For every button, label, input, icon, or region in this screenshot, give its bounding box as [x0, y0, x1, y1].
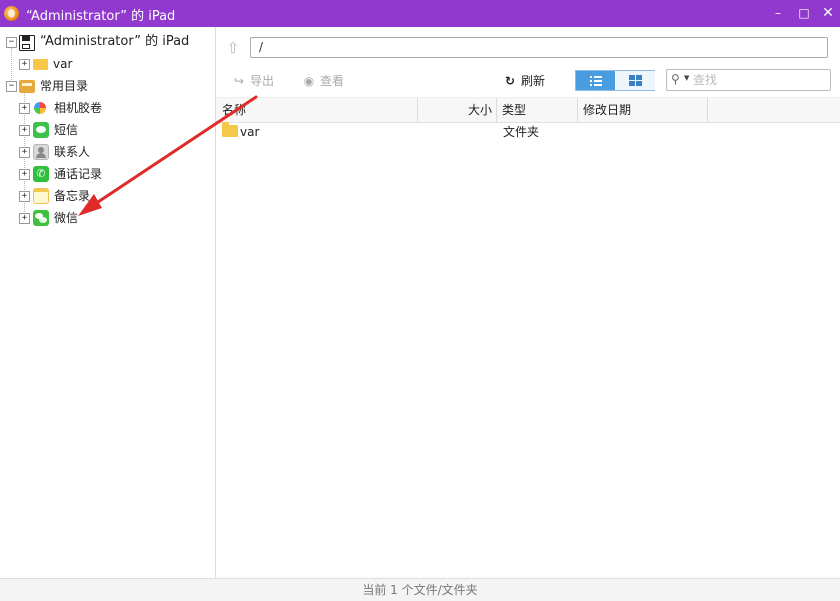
tree-item-label: var	[53, 57, 73, 71]
expand-toggle[interactable]: +	[19, 213, 30, 224]
expand-toggle[interactable]: +	[19, 103, 30, 114]
status-text: 当前 1 个文件/文件夹	[362, 583, 478, 597]
view-button[interactable]: ◉ 查看	[302, 72, 344, 90]
collapse-toggle[interactable]: −	[6, 37, 17, 48]
tree-item-messages[interactable]: + 短信	[0, 120, 215, 140]
table-row[interactable]: var 文件夹	[216, 122, 840, 142]
refresh-label: 刷新	[521, 74, 546, 88]
maximize-button[interactable]: □	[794, 4, 814, 22]
tree-item-label: 联系人	[54, 145, 91, 159]
tree-item-favorites[interactable]: − 常用目录	[0, 76, 215, 96]
title-bar: “Administrator” 的 iPad – □ ✕	[0, 0, 840, 27]
folder-tree-pane: − “Administrator” 的 iPad + var − 常用目录 + …	[0, 27, 216, 578]
export-icon: ↪	[233, 74, 245, 88]
tree-item-notes[interactable]: + 备忘录	[0, 186, 215, 206]
tree-item-device[interactable]: − “Administrator” 的 iPad	[0, 32, 215, 52]
column-header-name[interactable]: 名称	[222, 98, 246, 122]
column-divider[interactable]	[496, 98, 497, 122]
window-title: “Administrator” 的 iPad	[26, 9, 176, 24]
column-header-type[interactable]: 类型	[502, 98, 526, 122]
status-bar: 当前 1 个文件/文件夹	[0, 578, 840, 601]
expand-toggle[interactable]: +	[19, 147, 30, 158]
favorites-folder-icon	[19, 80, 35, 93]
tree-item-camera-roll[interactable]: + 相机胶卷	[0, 98, 215, 118]
column-divider[interactable]	[707, 98, 708, 122]
wechat-icon	[33, 210, 49, 226]
minimize-button[interactable]: –	[768, 4, 788, 22]
contacts-icon	[33, 144, 49, 160]
view-mode-toggle	[575, 70, 655, 91]
tree-item-label: 微信	[54, 211, 79, 225]
expand-toggle[interactable]: +	[19, 191, 30, 202]
file-type: 文件夹	[503, 125, 540, 139]
export-label: 导出	[250, 74, 275, 88]
list-icon	[590, 76, 602, 86]
folder-icon	[33, 59, 48, 70]
collapse-toggle[interactable]: −	[6, 81, 17, 92]
tree-item-label: 备忘录	[54, 189, 91, 203]
search-box: ⚲ ▼	[666, 69, 831, 91]
export-button[interactable]: ↪ 导出	[232, 72, 274, 90]
eye-icon: ◉	[303, 74, 315, 88]
search-input[interactable]	[693, 72, 825, 88]
tree-item-var[interactable]: + var	[0, 54, 215, 74]
phone-icon: ✆	[33, 166, 49, 182]
view-label: 查看	[320, 74, 345, 88]
column-header-size[interactable]: 大小	[418, 98, 492, 122]
expand-toggle[interactable]: +	[19, 125, 30, 136]
tree-item-label: “Administrator” 的 iPad	[40, 34, 190, 49]
column-divider[interactable]	[577, 98, 578, 122]
file-name: var	[240, 125, 260, 139]
tree-item-call-log[interactable]: + ✆ 通话记录	[0, 164, 215, 184]
tree-item-contacts[interactable]: + 联系人	[0, 142, 215, 162]
path-input[interactable]: /	[250, 37, 828, 58]
camera-roll-icon	[34, 102, 46, 114]
search-icon: ⚲	[671, 72, 680, 86]
column-header-modified[interactable]: 修改日期	[583, 98, 631, 122]
app-logo-icon	[4, 6, 19, 21]
folder-icon	[222, 122, 238, 137]
grid-view-button[interactable]	[616, 71, 655, 90]
messages-icon	[33, 122, 49, 138]
refresh-icon: ↻	[504, 74, 516, 88]
grid-icon	[629, 75, 642, 86]
tree-item-label: 相机胶卷	[54, 101, 103, 115]
device-disk-icon	[19, 35, 35, 51]
tree-item-label: 通话记录	[54, 167, 103, 181]
search-dropdown-icon[interactable]: ▼	[684, 74, 689, 82]
tree-item-label: 短信	[54, 123, 79, 137]
expand-toggle[interactable]: +	[19, 169, 30, 180]
close-button[interactable]: ✕	[818, 4, 838, 22]
up-arrow-icon[interactable]: ⇧	[224, 38, 242, 58]
tree-item-label: 常用目录	[40, 79, 89, 93]
file-table-header: 名称 大小 类型 修改日期	[216, 97, 840, 123]
tree-item-wechat[interactable]: + 微信	[0, 208, 215, 228]
list-view-button[interactable]	[576, 71, 615, 90]
expand-toggle[interactable]: +	[19, 59, 30, 70]
refresh-button[interactable]: ↻ 刷新	[503, 72, 545, 90]
notes-icon	[33, 188, 49, 204]
